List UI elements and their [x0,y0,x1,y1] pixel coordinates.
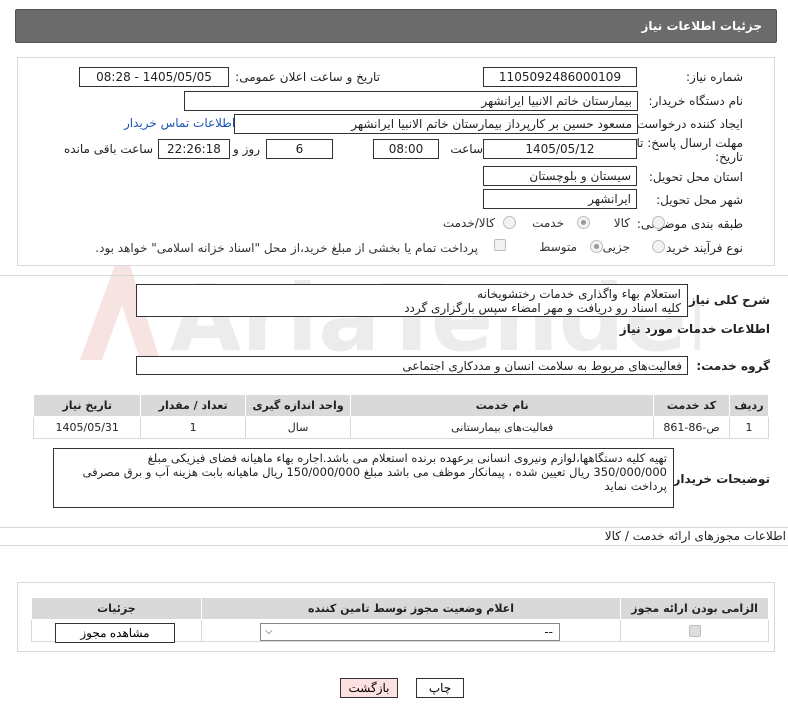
permits-title: اطلاعات مجوزهای ارائه خدمت / کالا [604,529,786,543]
buyer-notes-line-3: پرداخت نماید [604,479,667,493]
permit-required-checkbox [688,625,701,637]
buyer-contact-link[interactable]: اطلاعات تماس خریدار [124,116,235,130]
services-table-header: ردیف کد خدمت نام خدمت واحد اندازه گیری ت… [32,394,770,417]
city-label: شهر محل تحویل: [656,193,743,207]
col-quantity: تعداد / مقدار [140,394,246,417]
cell-quantity: 1 [140,416,246,439]
cell-permit-required [620,619,769,642]
process-label: نوع فرآیند خرید : [658,241,743,255]
announce-label: تاریخ و ساعت اعلان عمومی: [235,70,380,84]
summary-textarea[interactable]: استعلام بهاء واگذاری خدمات رختشویخانه کل… [136,284,688,317]
deadline-date-field[interactable]: 1405/05/12 [483,139,637,159]
province-field[interactable]: سیستان و بلوچستان [483,166,637,186]
category-option-goods: کالا [613,216,630,230]
province-label: استان محل تحویل: [648,170,743,184]
days-label: روز و [233,142,260,156]
cell-service-code: ص-86-861 [653,416,730,439]
creator-field[interactable]: مسعود حسین بر کارپرداز بیمارستان خاتم ال… [234,114,638,134]
permit-status-select[interactable]: -- ⌵ [260,623,560,641]
category-option-goods-service: کالا/خدمت [442,216,495,230]
process-option-minor: جزیی [602,240,630,254]
deadline-label-date: تاریخ: [715,150,743,164]
buyer-org-field[interactable]: بیمارستان خاتم الانبیا ایرانشهر [184,91,638,111]
days-remaining-field[interactable]: 6 [266,139,333,159]
back-button[interactable]: بازگشت [340,678,398,698]
need-number-field[interactable]: 1105092486000109 [483,67,637,87]
summary-line-1: استعلام بهاء واگذاری خدمات رختشویخانه [477,287,681,301]
category-option-service: خدمت [532,216,564,230]
category-radio-goods[interactable] [652,216,665,229]
col-service-code: کد خدمت [653,394,730,417]
col-service-name: نام خدمت [350,394,655,417]
deadline-time-label: ساعت [450,142,483,156]
service-group-label: گروه خدمت: [696,359,770,373]
summary-label: شرح کلی نیاز: [684,293,770,307]
buyer-notes-textarea[interactable]: تهیه کلیه دستگاهها،لوازم ونیروی انسانی ب… [53,448,674,508]
category-radio-service[interactable] [577,216,590,229]
cell-row: 1 [728,416,770,439]
permit-status-value: -- [544,625,553,639]
cell-unit: سال [244,416,352,439]
announce-datetime-field[interactable]: 1405/05/05 - 08:28 [79,67,229,87]
creator-label: ایجاد کننده درخواست: [632,117,743,131]
cell-service-name: فعالیت‌های بیمارستانی [350,416,655,439]
buyer-notes-line-1: تهیه کلیه دستگاهها،لوازم ونیروی انسانی ب… [147,451,667,465]
col-permit-status: اعلام وضعیت مجوز توسط تامین کننده [200,597,622,620]
chevron-down-icon: ⌵ [265,626,273,637]
print-button[interactable]: چاپ [416,678,464,698]
buyer-notes-line-2: 350/000/000 ریال تعیین شده ، پیمانکار مو… [82,465,668,479]
services-title: اطلاعات خدمات مورد نیاز [619,322,770,336]
col-permit-required: الزامی بودن ارائه مجوز [620,597,769,620]
col-permit-details: جزئیات [31,597,202,620]
page-header: جزئیات اطلاعات نیاز [15,9,777,43]
process-radio-minor[interactable] [652,240,665,253]
watermark-text: AriaTender.neT [170,265,700,370]
treasury-payment-checkbox[interactable] [494,239,506,251]
page-title: جزئیات اطلاعات نیاز [641,19,762,33]
col-row: ردیف [728,394,770,417]
need-number-label: شماره نیاز: [686,70,743,84]
services-table: ردیف کد خدمت نام خدمت واحد اندازه گیری ت… [32,394,770,439]
deadline-label: مهلت ارسال پاسخ: تا [636,136,743,150]
remaining-time-label: ساعت باقی مانده [63,142,153,156]
remaining-time-field[interactable]: 22:26:18 [158,139,230,159]
summary-line-2: کلیه اسناد رو دریافت و مهر امضاء سپس بار… [404,301,681,315]
service-group-field[interactable]: فعالیت‌های مربوط به سلامت انسان و مددکار… [136,356,688,375]
deadline-time-field[interactable]: 08:00 [373,139,439,159]
view-permit-button[interactable]: مشاهده مجوز [55,623,175,643]
buyer-org-label: نام دستگاه خریدار: [648,94,744,108]
category-radio-goods-service[interactable] [503,216,516,229]
col-need-date: تاریخ نیاز [32,394,142,417]
buyer-notes-label: توضیحات خریدار: [668,472,770,486]
col-unit: واحد اندازه گیری [244,394,352,417]
need-details-panel [17,57,775,266]
cell-need-date: 1405/05/31 [32,416,142,439]
table-row: 1 ص-86-861 فعالیت‌های بیمارستانی سال 1 1… [32,416,770,439]
permits-table-header: الزامی بودن ارائه مجوز اعلام وضعیت مجوز … [31,597,769,620]
city-field[interactable]: ایرانشهر [483,189,637,209]
process-option-medium: متوسط [539,240,577,254]
process-radio-medium[interactable] [590,240,603,253]
treasury-payment-note: پرداخت تمام یا بخشی از مبلغ خرید،از محل … [95,241,478,255]
